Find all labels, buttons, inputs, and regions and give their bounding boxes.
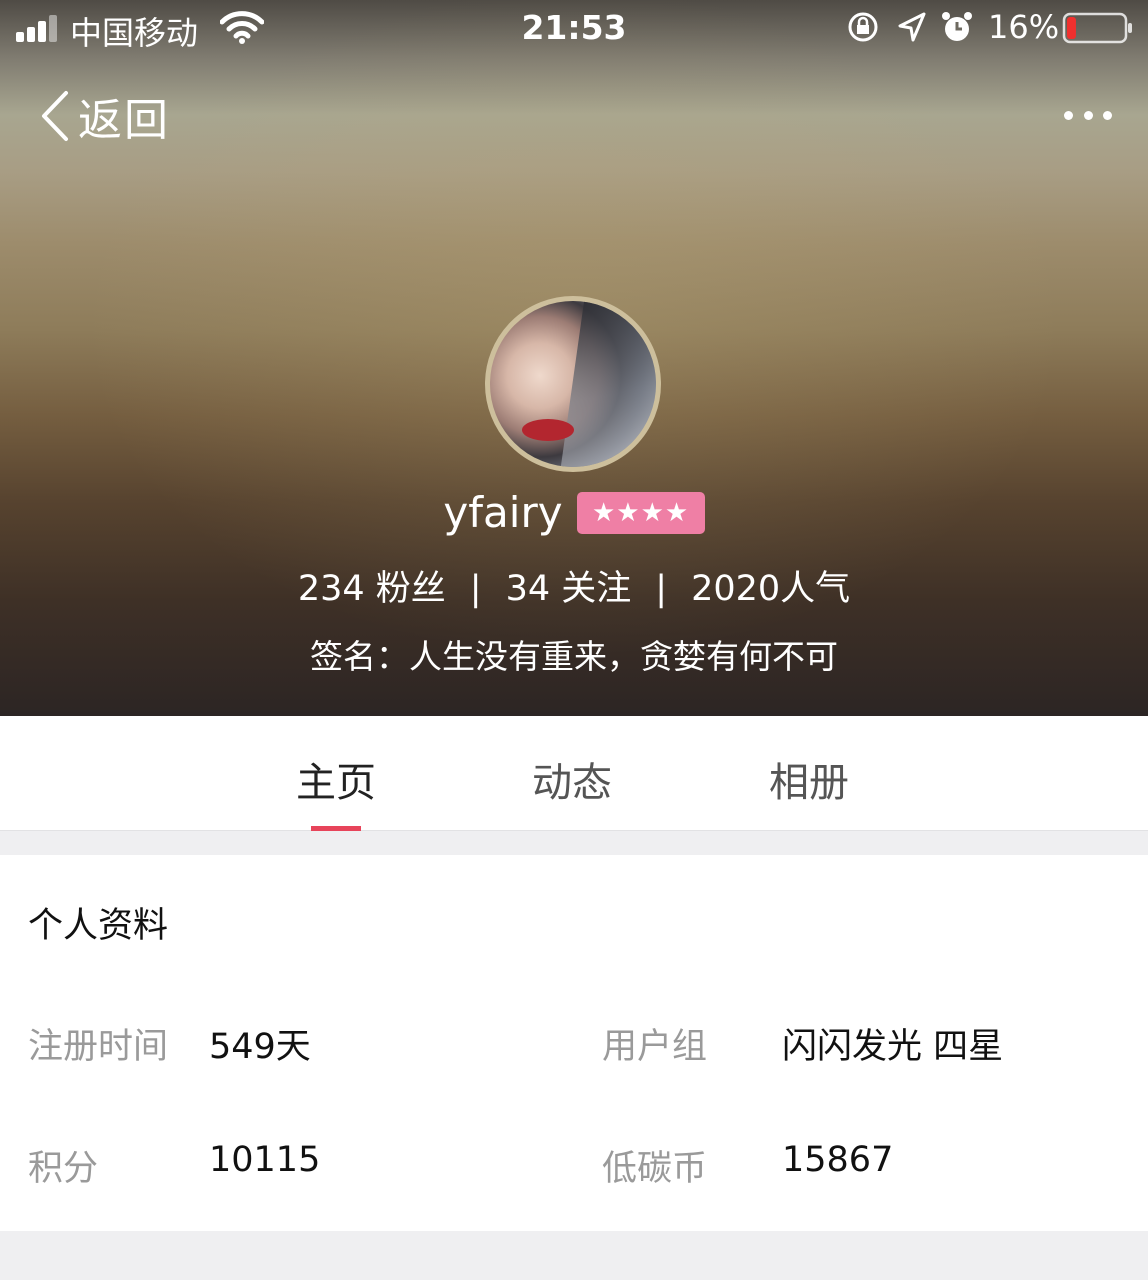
- active-tab-indicator: [311, 826, 361, 831]
- carbon-coin-label: 低碳币: [602, 1149, 708, 1189]
- clock: 21:53: [521, 8, 627, 47]
- signature: 签名：人生没有重来，贪婪有何不可: [310, 637, 838, 676]
- tab-bar: 主页 动态 相册: [0, 716, 1148, 831]
- status-bar: 中国移动 21:53 16%: [0, 0, 1148, 56]
- carbon-coin-value: 15867: [782, 1140, 894, 1180]
- username: yfairy: [443, 488, 563, 537]
- register-time-label: 注册时间: [28, 1027, 169, 1067]
- tab-home[interactable]: 主页: [296, 750, 376, 808]
- stats-separator: |: [655, 569, 668, 609]
- popularity-count: 2020人气: [691, 569, 851, 609]
- stats-separator: |: [469, 569, 482, 609]
- tab-album[interactable]: 相册: [769, 750, 849, 808]
- alarm-icon: [942, 12, 972, 41]
- chevron-left-icon: [42, 91, 68, 141]
- user-level-badge: ★★★★: [576, 491, 705, 534]
- register-time-value: 549天: [209, 1027, 311, 1067]
- profile-info-card: 个人资料 注册时间 549天 用户组 闪闪发光 四星 积分 10115 低碳币 …: [0, 855, 1148, 1231]
- section-title: 个人资料: [28, 906, 169, 946]
- battery-percentage: 16%: [988, 8, 1060, 46]
- location-icon: [898, 12, 926, 42]
- back-button[interactable]: 返回: [36, 86, 170, 146]
- battery-icon: [1062, 12, 1132, 44]
- user-group-label: 用户组: [602, 1027, 708, 1067]
- points-value: 10115: [209, 1140, 321, 1180]
- user-group-value: 闪闪发光 四星: [782, 1027, 1004, 1067]
- orientation-lock-icon: [848, 12, 878, 42]
- fans-count[interactable]: 234 粉丝: [298, 569, 446, 609]
- username-row: yfairy ★★★★: [0, 488, 1148, 537]
- tab-feed[interactable]: 动态: [532, 750, 612, 808]
- avatar[interactable]: [485, 296, 661, 472]
- back-label: 返回: [78, 95, 170, 146]
- following-count[interactable]: 34 关注: [506, 569, 632, 609]
- profile-stats: 234 粉丝 | 34 关注 | 2020人气: [0, 560, 1148, 611]
- points-label: 积分: [28, 1149, 99, 1189]
- more-options-icon[interactable]: [1064, 100, 1112, 130]
